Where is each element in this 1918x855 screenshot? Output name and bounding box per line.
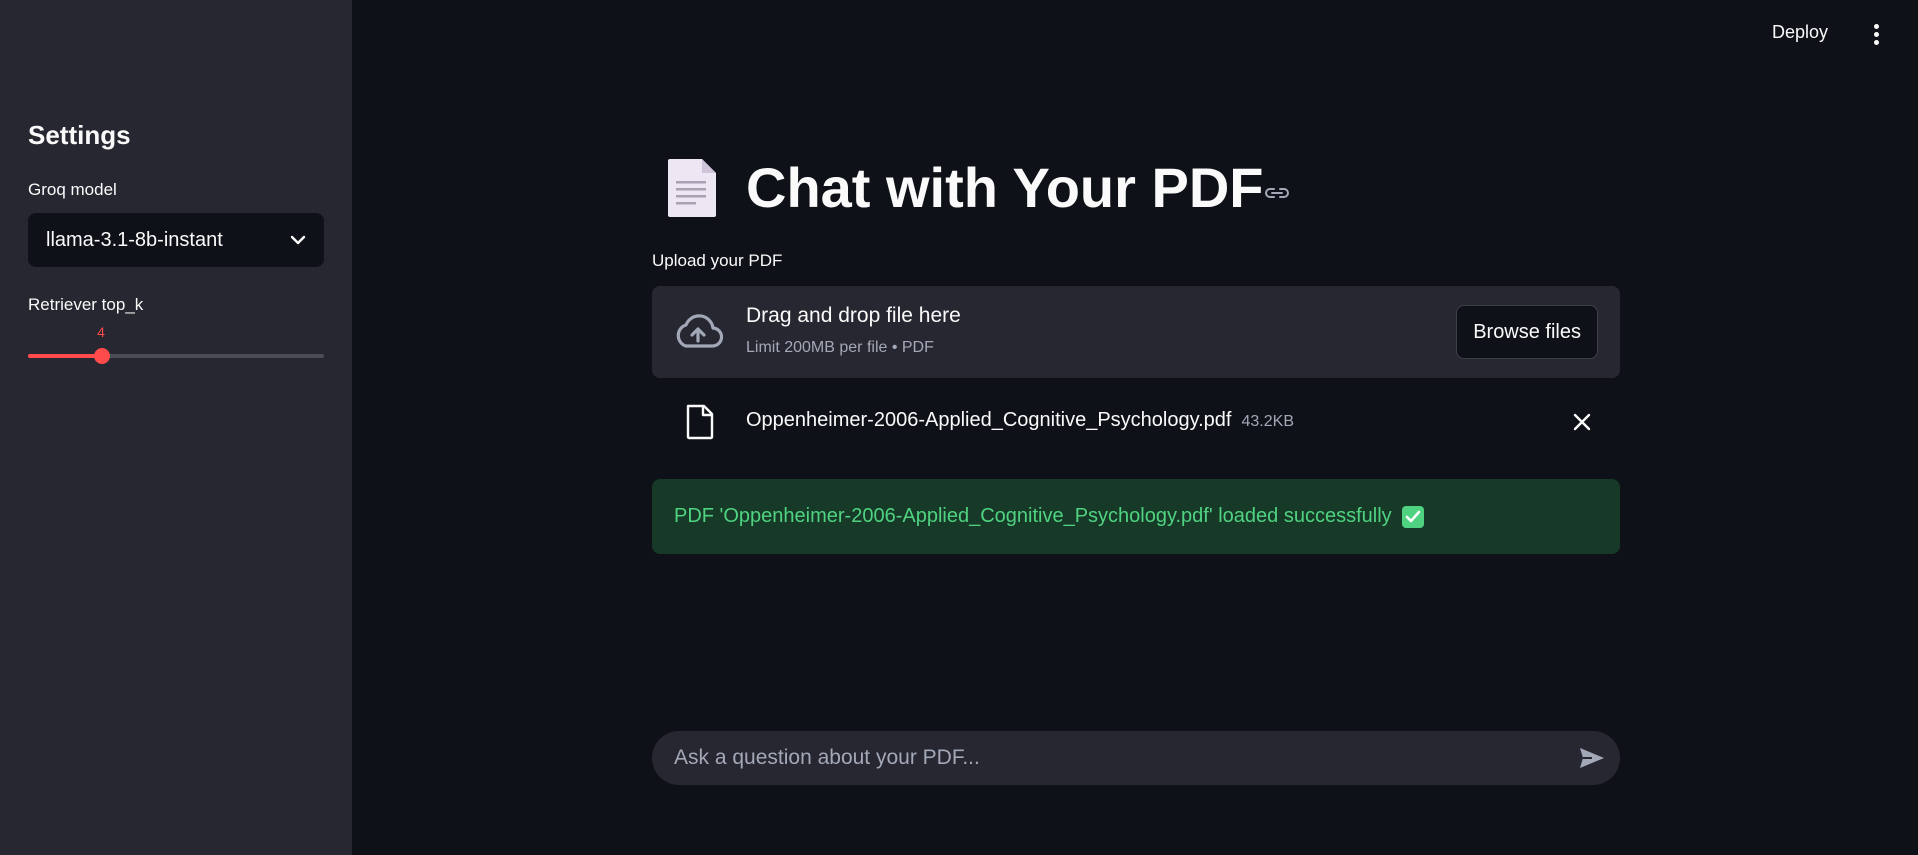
vertical-ellipsis-icon[interactable]: [1866, 20, 1886, 48]
uploaded-file-name: Oppenheimer-2006-Applied_Cognitive_Psych…: [746, 409, 1294, 432]
sidebar: Settings Groq model llama-3.1-8b-instant…: [0, 0, 352, 855]
dropzone-subtitle: Limit 200MB per file • PDF: [746, 339, 934, 356]
browse-files-button[interactable]: Browse files: [1456, 305, 1598, 359]
success-alert: PDF 'Oppenheimer-2006-Applied_Cognitive_…: [652, 479, 1620, 554]
upload-label: Upload your PDF: [652, 251, 783, 270]
check-mark-icon: [1401, 505, 1424, 528]
sidebar-title: Settings: [28, 120, 131, 150]
chat-input[interactable]: [674, 731, 1554, 785]
file-dropzone[interactable]: Drag and drop file here Limit 200MB per …: [652, 286, 1620, 378]
uploaded-file-row: Oppenheimer-2006-Applied_Cognitive_Psych…: [652, 396, 1620, 448]
model-select[interactable]: llama-3.1-8b-instant: [28, 213, 324, 267]
dropzone-title: Drag and drop file here: [746, 304, 961, 327]
model-select-label: Groq model: [28, 180, 117, 199]
page-title: Chat with Your PDF: [746, 156, 1264, 219]
topk-slider-label: Retriever top_k: [28, 295, 144, 314]
cloud-upload-icon: [676, 314, 724, 348]
topk-slider[interactable]: [28, 348, 324, 364]
success-message: PDF 'Oppenheimer-2006-Applied_Cognitive_…: [674, 505, 1392, 527]
deploy-button[interactable]: Deploy: [1772, 22, 1828, 43]
send-icon[interactable]: [1578, 746, 1606, 770]
model-select-value: llama-3.1-8b-instant: [46, 228, 223, 251]
link-icon[interactable]: [1264, 183, 1290, 203]
page-document-icon: [668, 159, 716, 217]
topk-slider-thumb[interactable]: [94, 348, 110, 364]
file-size: 43.2KB: [1241, 413, 1294, 430]
close-icon[interactable]: [1572, 412, 1592, 432]
chat-input-container: [652, 731, 1620, 785]
chevron-down-icon: [290, 235, 306, 245]
topk-slider-fill: [28, 354, 102, 358]
file-icon: [686, 404, 714, 440]
file-name-text: Oppenheimer-2006-Applied_Cognitive_Psych…: [746, 409, 1232, 431]
